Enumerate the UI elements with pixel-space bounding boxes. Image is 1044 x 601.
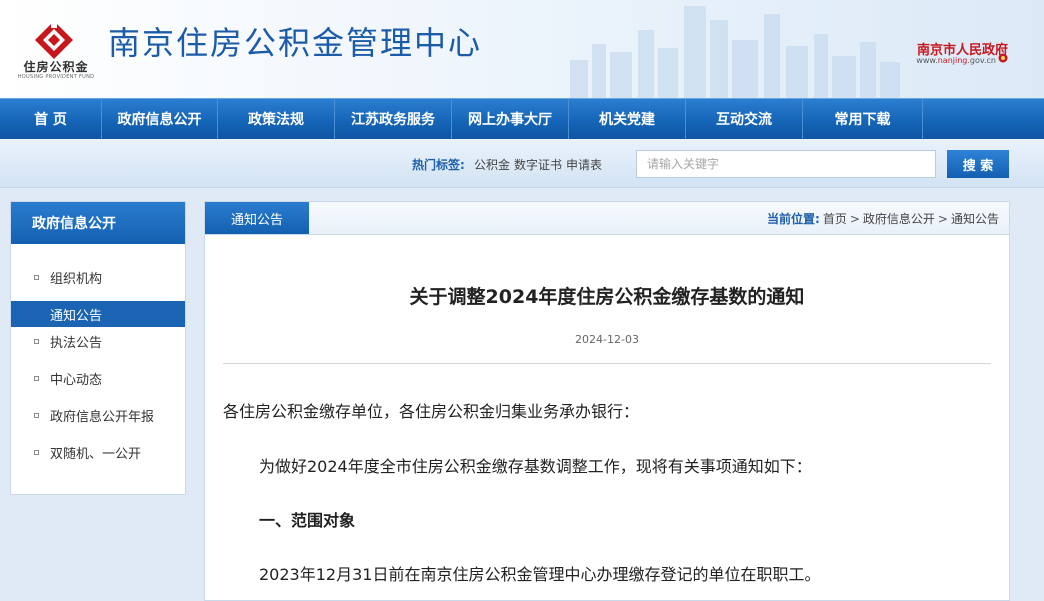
breadcrumb: 当前位置: 首页 > 政府信息公开 > 通知公告 — [767, 210, 999, 227]
hot-tag-link[interactable]: 数字证书 — [514, 156, 562, 173]
gov-url: www.nanjing.gov.cn — [916, 56, 996, 65]
sidebar-item-notices[interactable]: 通知公告 — [11, 301, 185, 327]
article-paragraph: 为做好2024年度全市住房公积金缴存基数调整工作，现将有关事项通知如下： — [259, 457, 812, 476]
sidebar-item-label: 双随机、一公开 — [50, 446, 142, 462]
gov-emblem-icon — [998, 53, 1008, 63]
article-date: 2024-12-03 — [575, 333, 639, 346]
main-nav: 首 页 政府信息公开 政策法规 江苏政务服务 网上办事大厅 机关党建 互动交流 … — [0, 98, 1044, 139]
sidebar-item-org[interactable]: 组织机构 — [11, 264, 185, 290]
article-divider — [223, 363, 991, 364]
square-bullet-icon — [34, 312, 39, 317]
nav-item-blank — [923, 99, 1044, 139]
logo-text: 住房公积金 — [23, 60, 89, 74]
main-content: 通知公告 当前位置: 首页 > 政府信息公开 > 通知公告 关于调整2024年度… — [204, 201, 1010, 601]
breadcrumb-separator: > — [937, 211, 948, 226]
site-title: 南京住房公积金管理中心 — [108, 24, 483, 62]
search-input[interactable] — [636, 150, 936, 178]
breadcrumb-link-home[interactable]: 首页 — [823, 210, 847, 227]
nav-item-home[interactable]: 首 页 — [0, 99, 102, 139]
sidebar-item-double-random[interactable]: 双随机、一公开 — [11, 439, 185, 465]
city-skyline-illustration — [570, 6, 900, 98]
hot-tag-link[interactable]: 公积金 — [474, 156, 510, 173]
sidebar-item-annual-report[interactable]: 政府信息公开年报 — [11, 402, 185, 428]
sidebar-item-enforcement[interactable]: 执法公告 — [11, 328, 185, 354]
nav-item-interaction[interactable]: 互动交流 — [686, 99, 803, 139]
nav-item-jiangsu-service[interactable]: 江苏政务服务 — [335, 99, 452, 139]
provident-fund-logo-icon — [35, 20, 73, 59]
breadcrumb-separator: > — [849, 211, 860, 226]
tab-notices[interactable]: 通知公告 — [205, 202, 309, 234]
sidebar-item-label: 执法公告 — [50, 335, 103, 351]
article-paragraph: 各住房公积金缴存单位，各住房公积金归集业务承办银行： — [223, 402, 640, 421]
breadcrumb-link-gov-info[interactable]: 政府信息公开 — [863, 210, 935, 227]
search-band: 热门标签: 公积金 数字证书 申请表 搜 索 — [0, 139, 1044, 188]
hot-tag-link[interactable]: 申请表 — [566, 156, 602, 173]
breadcrumb-label: 当前位置: — [767, 212, 820, 226]
nav-item-online-hall[interactable]: 网上办事大厅 — [452, 99, 569, 139]
hot-tags: 公积金 数字证书 申请表 — [474, 156, 602, 173]
square-bullet-icon — [34, 338, 39, 344]
nav-item-policy[interactable]: 政策法规 — [218, 99, 335, 139]
nav-item-gov-info[interactable]: 政府信息公开 — [102, 99, 218, 139]
breadcrumb-link-notices[interactable]: 通知公告 — [951, 210, 999, 227]
content-tabbar: 通知公告 当前位置: 首页 > 政府信息公开 > 通知公告 — [205, 202, 1009, 235]
article-paragraph: 2023年12月31日前在南京住房公积金管理中心办理缴存登记的单位在职职工。 — [259, 565, 821, 584]
site-header: 住房公积金 HOUSING PROVIDENT FUND 南京住房公积金管理中心… — [0, 0, 1044, 98]
sidebar-title: 政府信息公开 — [11, 202, 185, 244]
nav-item-party-building[interactable]: 机关党建 — [569, 99, 686, 139]
sidebar-item-label: 通知公告 — [50, 308, 103, 324]
logo-subtext: HOUSING PROVIDENT FUND — [17, 74, 95, 80]
sidebar-item-label: 组织机构 — [50, 271, 103, 287]
nav-item-downloads[interactable]: 常用下载 — [803, 99, 923, 139]
sidebar-item-label: 政府信息公开年报 — [50, 409, 155, 425]
square-bullet-icon — [34, 412, 39, 418]
square-bullet-icon — [34, 375, 39, 381]
sidebar-item-label: 中心动态 — [50, 372, 103, 388]
article-section-heading: 一、范围对象 — [259, 511, 356, 530]
hot-tags-label: 热门标签: — [412, 158, 465, 172]
article-title: 关于调整2024年度住房公积金缴存基数的通知 — [409, 286, 805, 308]
square-bullet-icon — [34, 449, 39, 455]
sidebar-item-news[interactable]: 中心动态 — [11, 365, 185, 391]
search-button[interactable]: 搜 索 — [947, 150, 1009, 178]
sidebar: 政府信息公开 组织机构 通知公告 执法公告 中心动态 政府信息公开年报 双随机、… — [10, 201, 186, 495]
square-bullet-icon — [34, 274, 39, 280]
